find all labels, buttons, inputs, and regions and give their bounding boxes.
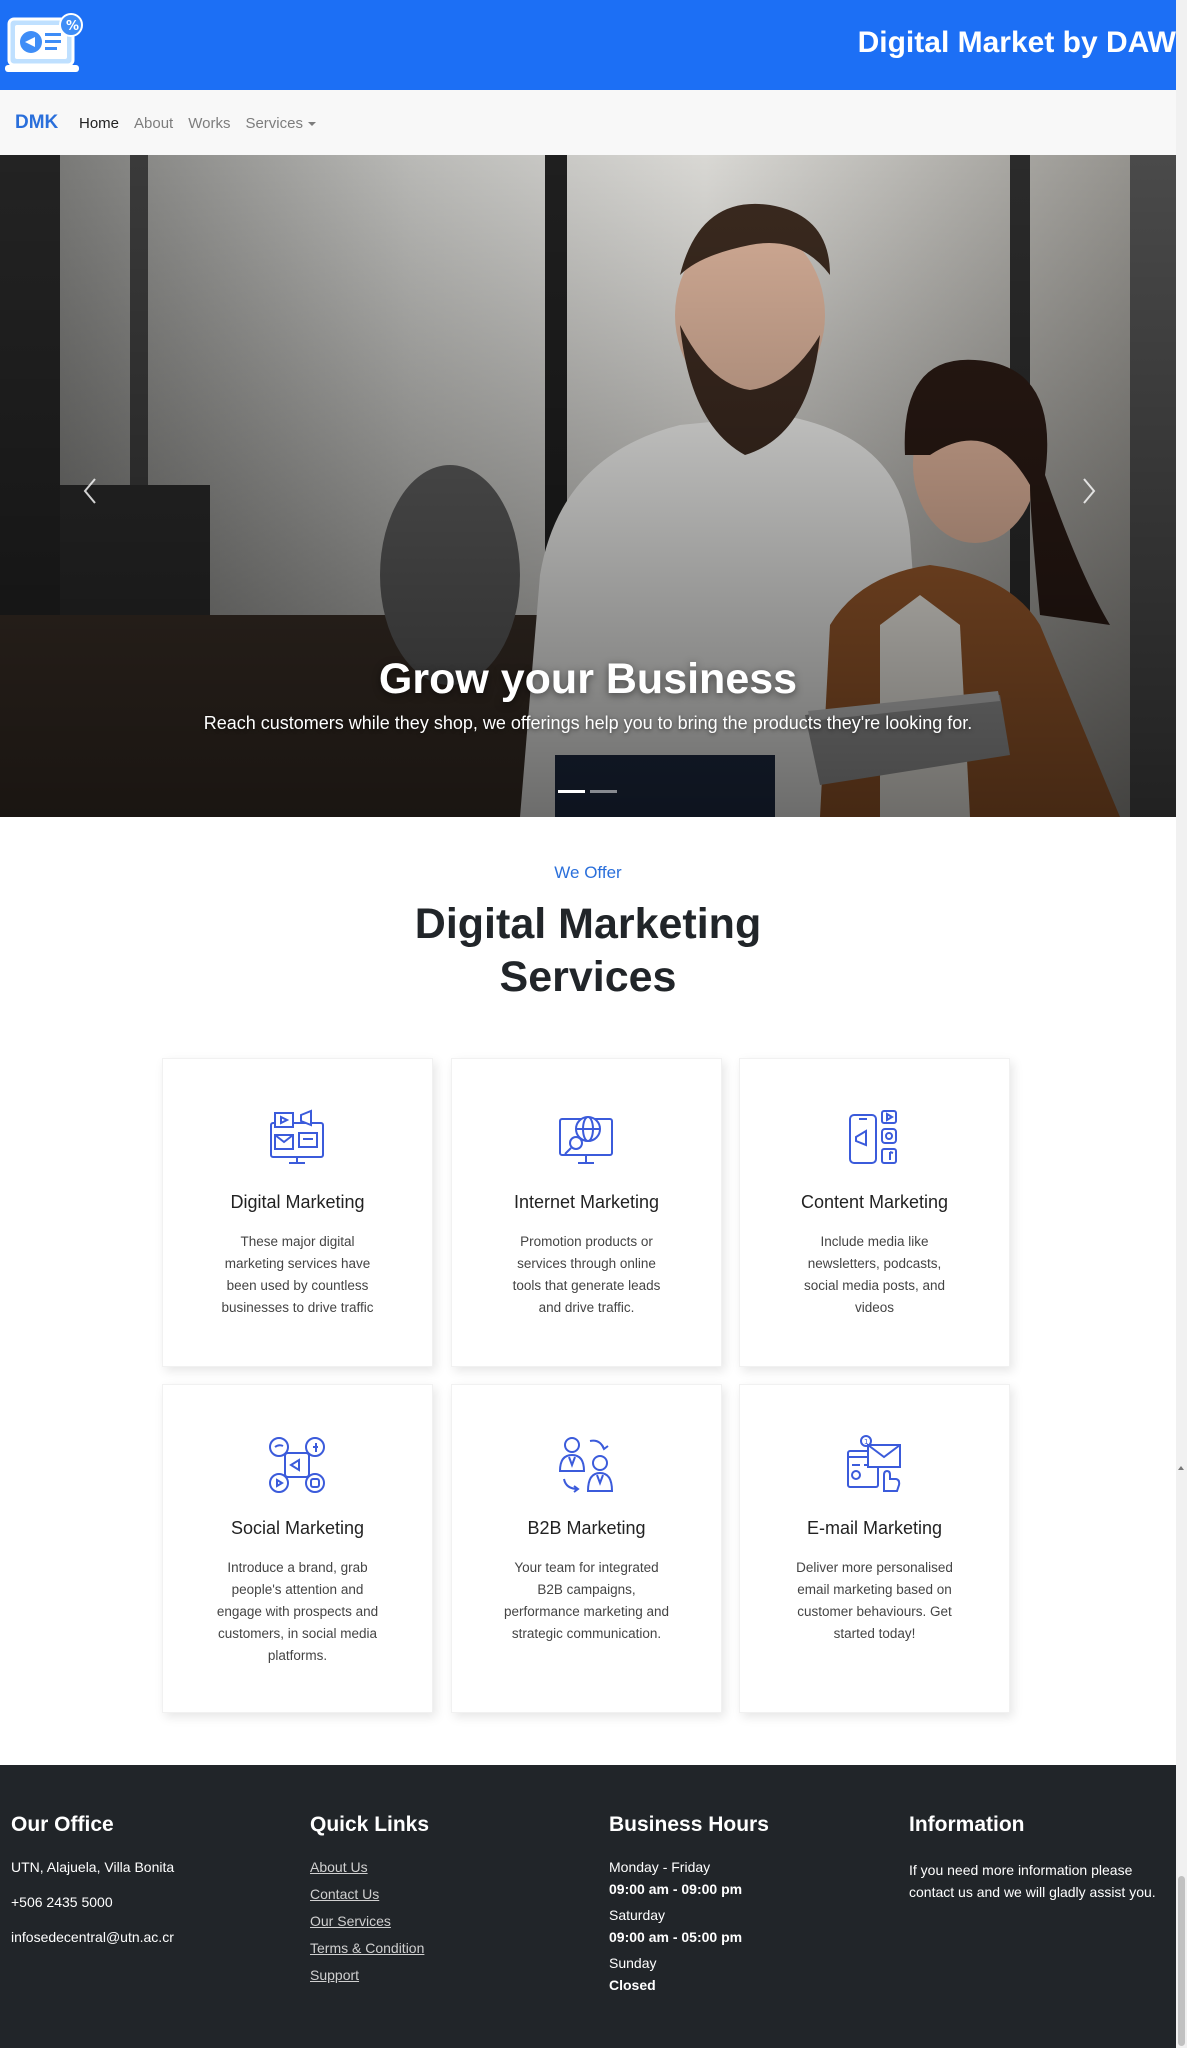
- service-card-email-marketing[interactable]: 1 E-mail Marketing Deliver more personal…: [739, 1384, 1010, 1713]
- service-card-digital-marketing[interactable]: Digital Marketing These major digital ma…: [162, 1058, 433, 1367]
- card-title: E-mail Marketing: [806, 1518, 943, 1538]
- card-text: These major digital marketing services h…: [221, 1234, 374, 1315]
- email-marketing-icon: 1: [847, 1435, 901, 1492]
- carousel-indicator-2[interactable]: [590, 790, 617, 793]
- link-about-us[interactable]: About Us: [310, 1859, 429, 1875]
- footer-business-hours: Business Hours Monday - Friday 09:00 am …: [609, 1813, 769, 2003]
- card-title: Digital Marketing: [230, 1192, 365, 1212]
- carousel-indicator-1[interactable]: [558, 790, 585, 793]
- footer: Our Office UTN, Alajuela, Villa Bonita +…: [0, 1765, 1176, 2048]
- hours-day: Saturday: [609, 1907, 666, 1923]
- link-support[interactable]: Support: [310, 1967, 429, 1983]
- office-phone: +506 2435 5000: [11, 1894, 113, 1910]
- footer-info-text: If you need more information please cont…: [909, 1862, 1156, 1900]
- services-eyebrow: We Offer: [554, 863, 622, 882]
- top-banner: % Digital Market by DAW: [0, 0, 1176, 90]
- card-text: Deliver more personalised email marketin…: [796, 1560, 953, 1641]
- nav-services-label: Services: [245, 115, 303, 132]
- services-title-line2: Services: [499, 953, 677, 1001]
- hours-time: 09:00 am - 05:00 pm: [609, 1929, 743, 1945]
- b2b-marketing-icon: [558, 1437, 614, 1493]
- service-card-internet-marketing[interactable]: Internet Marketing Promotion products or…: [451, 1058, 722, 1367]
- card-title: Internet Marketing: [513, 1192, 660, 1212]
- marketing-laptop-logo[interactable]: %: [5, 5, 85, 85]
- link-contact-us[interactable]: Contact Us: [310, 1886, 429, 1902]
- nav-works[interactable]: Works: [188, 115, 230, 132]
- card-text: Introduce a brand, grab people's attenti…: [216, 1560, 379, 1663]
- service-card-social-marketing[interactable]: Social Marketing Introduce a brand, grab…: [162, 1384, 433, 1713]
- card-text: Promotion products or services through o…: [512, 1234, 661, 1315]
- footer-hours-title: Business Hours: [609, 1813, 769, 1836]
- site-title: Digital Market by DAW: [857, 26, 1176, 59]
- hours-time: Closed: [609, 1977, 656, 1993]
- scroll-up-arrow-icon[interactable]: [1178, 1466, 1184, 1470]
- card-title: B2B Marketing: [527, 1518, 646, 1538]
- nav-home[interactable]: Home: [79, 115, 119, 132]
- card-title: Social Marketing: [230, 1518, 365, 1538]
- services-title: Digital Marketing Services: [0, 898, 1176, 1004]
- card-text: Include media like newsletters, podcasts…: [803, 1234, 946, 1315]
- hero-carousel: Grow your Business Reach customers while…: [0, 155, 1176, 817]
- hours-day: Sunday: [609, 1955, 657, 1971]
- nav-brand[interactable]: DMK: [15, 112, 58, 134]
- office-address: UTN, Alajuela, Villa Bonita: [11, 1859, 175, 1875]
- footer-links-title: Quick Links: [310, 1813, 430, 1836]
- link-terms[interactable]: Terms & Condition: [310, 1940, 429, 1956]
- services-title-line1: Digital Marketing: [414, 900, 762, 948]
- scrollbar-thumb[interactable]: [1178, 1876, 1185, 2046]
- carousel-indicators: [558, 790, 617, 793]
- hours-time: 09:00 am - 09:00 pm: [609, 1881, 743, 1897]
- office-email: infosedecentral@utn.ac.cr: [11, 1929, 174, 1945]
- service-card-content-marketing[interactable]: Content Marketing Include media like new…: [739, 1058, 1010, 1367]
- service-card-b2b-marketing[interactable]: B2B Marketing Your team for integrated B…: [451, 1384, 722, 1713]
- footer-quick-links: Quick Links About Us Contact Us Our Serv…: [310, 1813, 429, 1994]
- digital-marketing-icon: [270, 1109, 324, 1164]
- carousel-prev-icon[interactable]: [75, 471, 105, 511]
- footer-information: Information If you need more information…: [909, 1813, 1176, 1903]
- link-our-services[interactable]: Our Services: [310, 1913, 429, 1929]
- hero-title: Grow your Business: [378, 655, 798, 703]
- social-marketing-icon: [269, 1437, 325, 1493]
- footer-office: Our Office UTN, Alajuela, Villa Bonita +…: [11, 1813, 174, 1964]
- internet-marketing-icon: [559, 1116, 613, 1164]
- hours-day: Monday - Friday: [609, 1859, 711, 1875]
- chevron-down-icon: [307, 122, 316, 127]
- svg-text:%: %: [66, 19, 79, 34]
- hero-subtitle: Reach customers while they shop, we offe…: [203, 713, 973, 733]
- content-marketing-icon: [849, 1110, 897, 1164]
- navbar: DMK Home About Works Services: [0, 90, 1176, 156]
- page: % Digital Market by DAW DMK Home About W…: [0, 0, 1176, 2048]
- carousel-next-icon[interactable]: [1074, 471, 1104, 511]
- footer-office-title: Our Office: [11, 1813, 114, 1836]
- card-title: Content Marketing: [800, 1192, 949, 1212]
- footer-info-title: Information: [909, 1813, 1025, 1836]
- card-text: Your team for integrated B2B campaigns, …: [503, 1560, 670, 1641]
- svg-text:1: 1: [864, 1438, 868, 1446]
- nav-about[interactable]: About: [134, 115, 173, 132]
- page-scrollbar[interactable]: [1176, 0, 1187, 2048]
- nav-services-dropdown[interactable]: Services: [245, 115, 316, 132]
- nav-menu: Home About Works Services: [79, 115, 331, 132]
